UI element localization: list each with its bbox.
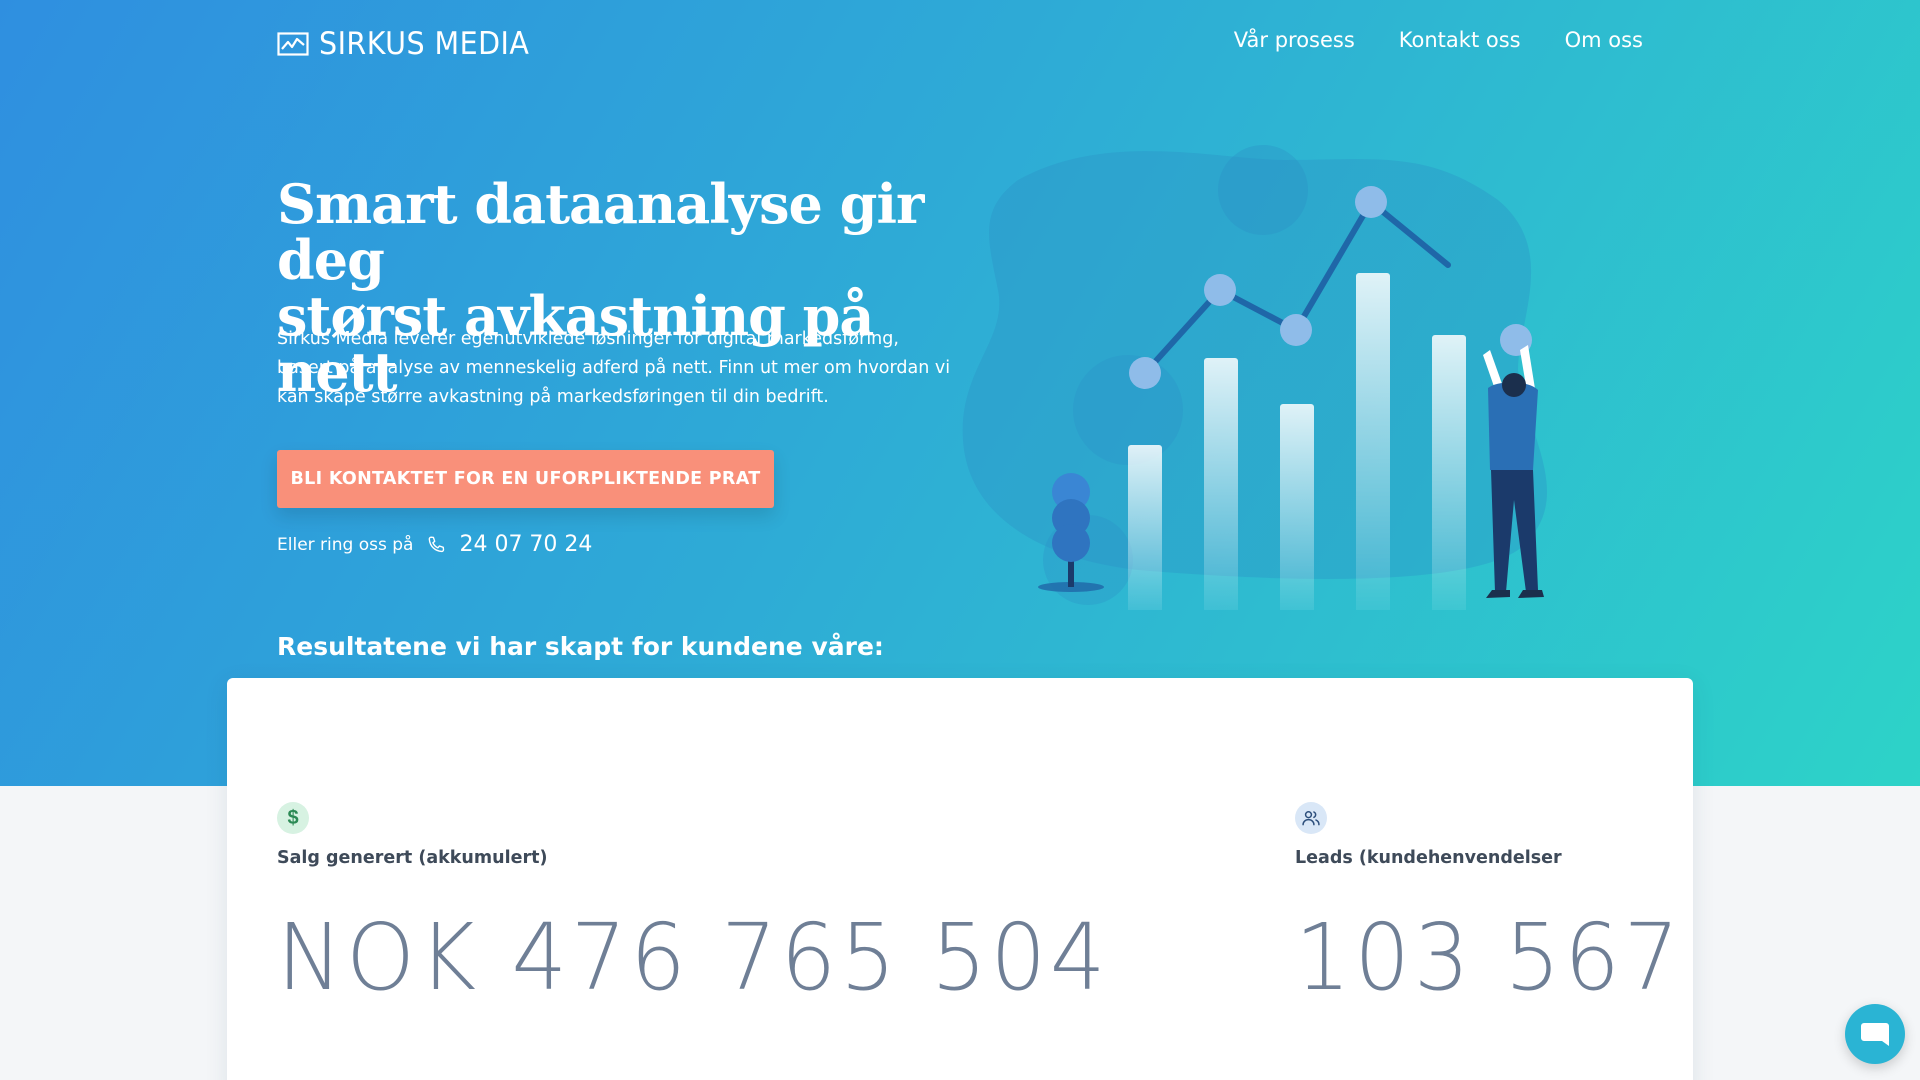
- phone-line: Eller ring oss på 24 07 70 24: [277, 532, 592, 557]
- chart-bar: [1432, 335, 1466, 610]
- results-card: $ Salg generert (akkumulert) NOK 476 765…: [227, 678, 1693, 1080]
- chart-point: [1355, 186, 1387, 218]
- stat-label: Leads (kundehenvendelser: [1295, 848, 1562, 868]
- chart-point: [1129, 357, 1161, 389]
- nav-kontakt-oss[interactable]: Kontakt oss: [1399, 28, 1521, 52]
- phone-number-link[interactable]: 24 07 70 24: [459, 532, 592, 557]
- stat-leads: Leads (kundehenvendelser 103 567: [1295, 802, 1703, 1011]
- chart-point: [1204, 274, 1236, 306]
- stat-sales: $ Salg generert (akkumulert) NOK 476 765…: [277, 802, 1153, 1011]
- chat-launcher-button[interactable]: [1845, 1004, 1905, 1064]
- chart-bar: [1204, 358, 1238, 610]
- chat-bubble-icon: [1861, 1023, 1889, 1046]
- contact-cta-button[interactable]: BLI KONTAKTET FOR EN UFORPLIKTENDE PRAT: [277, 450, 774, 508]
- results-title: Resultatene vi har skapt for kundene vår…: [277, 632, 884, 661]
- phone-label: Eller ring oss på: [277, 534, 414, 555]
- stat-value: NOK 476 765 504: [277, 904, 1110, 1011]
- brand-logo[interactable]: SIRKUS MEDIA: [277, 26, 548, 62]
- chart-bar: [1128, 445, 1162, 610]
- nav-var-prosess[interactable]: Vår prosess: [1234, 28, 1355, 52]
- stat-value: 103 567: [1295, 904, 1684, 1011]
- main-nav: Vår prosess Kontakt oss Om oss: [1234, 28, 1643, 52]
- phone-icon: [429, 536, 445, 552]
- stat-label: Salg generert (akkumulert): [277, 848, 548, 868]
- dollar-icon: $: [277, 802, 309, 834]
- line-chart-icon: [277, 32, 309, 56]
- chart-point: [1280, 314, 1312, 346]
- users-icon: [1295, 802, 1327, 834]
- brand-name: SIRKUS MEDIA: [319, 26, 530, 62]
- growth-chart-illustration: [962, 145, 1548, 610]
- hero-description: Sirkus Media leverer egenutviklede løsni…: [277, 329, 951, 407]
- chart-bar: [1356, 273, 1390, 610]
- chart-bar: [1280, 404, 1314, 610]
- nav-om-oss[interactable]: Om oss: [1565, 28, 1643, 52]
- headline-line-1: Smart dataanalyse gir deg: [277, 172, 924, 292]
- hero-section: SIRKUS MEDIA Vår prosess Kontakt oss Om …: [0, 0, 1920, 786]
